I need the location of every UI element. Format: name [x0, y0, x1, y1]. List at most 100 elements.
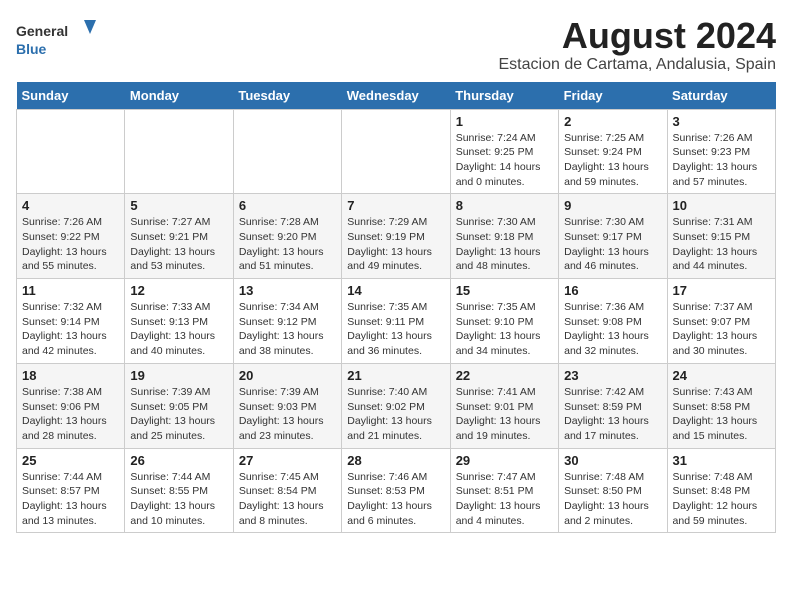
day-info: Sunrise: 7:29 AM Sunset: 9:19 PM Dayligh… — [347, 215, 444, 274]
calendar-day-cell: 21Sunrise: 7:40 AM Sunset: 9:02 PM Dayli… — [342, 363, 450, 448]
calendar-day-cell: 5 Sunrise: 7:27 AM Sunset: 9:21 PM Daylig… — [125, 194, 233, 279]
title-area: August 2024 Estacion de Cartama, Andalus… — [499, 16, 777, 74]
month-year: August 2024 — [499, 16, 777, 56]
calendar-day-cell: 18 Sunrise: 7:38 AM Sunset: 9:06 PM Dayli… — [17, 363, 125, 448]
day-info: Sunrise: 7:35 AM Sunset: 9:11 PM Dayligh… — [347, 300, 444, 359]
day-number: 11 — [22, 283, 119, 298]
day-info: Sunrise: 7:31 AM Sunset: 9:15 PM Dayligh… — [673, 215, 770, 274]
calendar-day-cell: 31Sunrise: 7:48 AM Sunset: 8:48 PM Dayli… — [667, 448, 775, 533]
day-number: 29 — [456, 453, 553, 468]
day-number: 18 — [22, 368, 119, 383]
day-info: Sunrise: 7:39 AM Sunset: 9:03 PM Dayligh… — [239, 385, 336, 444]
day-of-week-header: Thursday — [450, 82, 558, 110]
calendar-day-cell: 14 Sunrise: 7:35 AM Sunset: 9:11 PM Dayli… — [342, 279, 450, 364]
calendar-week-row: 11 Sunrise: 7:32 AM Sunset: 9:14 PM Dayli… — [17, 279, 776, 364]
calendar-day-cell: 26 Sunrise: 7:44 AM Sunset: 8:55 PM Dayli… — [125, 448, 233, 533]
day-info: Sunrise: 7:36 AM Sunset: 9:08 PM Dayligh… — [564, 300, 661, 359]
day-info: Sunrise: 7:26 AM Sunset: 9:23 PM Dayligh… — [673, 131, 770, 190]
day-info: Sunrise: 7:42 AM Sunset: 8:59 PM Dayligh… — [564, 385, 661, 444]
calendar-day-cell: 30 Sunrise: 7:48 AM Sunset: 8:50 PM Dayli… — [559, 448, 667, 533]
day-of-week-header: Wednesday — [342, 82, 450, 110]
day-of-week-header: Monday — [125, 82, 233, 110]
day-number: 10 — [673, 198, 770, 213]
logo-svg: General Blue — [16, 16, 96, 61]
calendar-day-cell: 13Sunrise: 7:34 AM Sunset: 9:12 PM Dayli… — [233, 279, 341, 364]
day-info: Sunrise: 7:47 AM Sunset: 8:51 PM Dayligh… — [456, 470, 553, 529]
calendar-day-cell: 6Sunrise: 7:28 AM Sunset: 9:20 PM Daylig… — [233, 194, 341, 279]
day-number: 31 — [673, 453, 770, 468]
calendar-day-cell — [342, 109, 450, 194]
day-number: 15 — [456, 283, 553, 298]
calendar-table: SundayMondayTuesdayWednesdayThursdayFrid… — [16, 82, 776, 534]
day-number: 7 — [347, 198, 444, 213]
day-number: 3 — [673, 114, 770, 129]
calendar-day-cell — [233, 109, 341, 194]
day-number: 9 — [564, 198, 661, 213]
calendar-day-cell: 22 Sunrise: 7:41 AM Sunset: 9:01 PM Dayli… — [450, 363, 558, 448]
day-number: 26 — [130, 453, 227, 468]
day-info: Sunrise: 7:24 AM Sunset: 9:25 PM Dayligh… — [456, 131, 553, 190]
location: Estacion de Cartama, Andalusia, Spain — [499, 56, 777, 74]
day-info: Sunrise: 7:33 AM Sunset: 9:13 PM Dayligh… — [130, 300, 227, 359]
day-info: Sunrise: 7:30 AM Sunset: 9:18 PM Dayligh… — [456, 215, 553, 274]
calendar-day-cell: 15 Sunrise: 7:35 AM Sunset: 9:10 PM Dayli… — [450, 279, 558, 364]
day-number: 12 — [130, 283, 227, 298]
day-info: Sunrise: 7:41 AM Sunset: 9:01 PM Dayligh… — [456, 385, 553, 444]
calendar-day-cell: 25 Sunrise: 7:44 AM Sunset: 8:57 PM Dayli… — [17, 448, 125, 533]
day-number: 25 — [22, 453, 119, 468]
day-info: Sunrise: 7:45 AM Sunset: 8:54 PM Dayligh… — [239, 470, 336, 529]
day-number: 17 — [673, 283, 770, 298]
day-info: Sunrise: 7:38 AM Sunset: 9:06 PM Dayligh… — [22, 385, 119, 444]
svg-text:Blue: Blue — [16, 41, 47, 57]
day-info: Sunrise: 7:43 AM Sunset: 8:58 PM Dayligh… — [673, 385, 770, 444]
day-info: Sunrise: 7:48 AM Sunset: 8:50 PM Dayligh… — [564, 470, 661, 529]
day-info: Sunrise: 7:39 AM Sunset: 9:05 PM Dayligh… — [130, 385, 227, 444]
day-info: Sunrise: 7:32 AM Sunset: 9:14 PM Dayligh… — [22, 300, 119, 359]
calendar-day-cell: 12 Sunrise: 7:33 AM Sunset: 9:13 PM Dayli… — [125, 279, 233, 364]
calendar-day-cell — [125, 109, 233, 194]
day-info: Sunrise: 7:35 AM Sunset: 9:10 PM Dayligh… — [456, 300, 553, 359]
day-number: 28 — [347, 453, 444, 468]
calendar-week-row: 1 Sunrise: 7:24 AM Sunset: 9:25 PM Daylig… — [17, 109, 776, 194]
calendar-day-cell: 2 Sunrise: 7:25 AM Sunset: 9:24 PM Daylig… — [559, 109, 667, 194]
day-number: 16 — [564, 283, 661, 298]
day-of-week-header: Friday — [559, 82, 667, 110]
calendar-day-cell: 8Sunrise: 7:30 AM Sunset: 9:18 PM Daylig… — [450, 194, 558, 279]
day-of-week-header: Sunday — [17, 82, 125, 110]
calendar-day-cell: 10 Sunrise: 7:31 AM Sunset: 9:15 PM Dayli… — [667, 194, 775, 279]
day-number: 14 — [347, 283, 444, 298]
calendar-day-cell: 19 Sunrise: 7:39 AM Sunset: 9:05 PM Dayli… — [125, 363, 233, 448]
calendar-week-row: 4 Sunrise: 7:26 AM Sunset: 9:22 PM Daylig… — [17, 194, 776, 279]
day-number: 21 — [347, 368, 444, 383]
calendar-day-cell: 9 Sunrise: 7:30 AM Sunset: 9:17 PM Daylig… — [559, 194, 667, 279]
calendar-day-cell: 23 Sunrise: 7:42 AM Sunset: 8:59 PM Dayli… — [559, 363, 667, 448]
day-info: Sunrise: 7:46 AM Sunset: 8:53 PM Dayligh… — [347, 470, 444, 529]
calendar-day-cell: 29 Sunrise: 7:47 AM Sunset: 8:51 PM Dayli… — [450, 448, 558, 533]
day-number: 5 — [130, 198, 227, 213]
day-number: 4 — [22, 198, 119, 213]
day-number: 30 — [564, 453, 661, 468]
calendar-day-cell: 27Sunrise: 7:45 AM Sunset: 8:54 PM Dayli… — [233, 448, 341, 533]
day-info: Sunrise: 7:30 AM Sunset: 9:17 PM Dayligh… — [564, 215, 661, 274]
calendar-week-row: 25 Sunrise: 7:44 AM Sunset: 8:57 PM Dayli… — [17, 448, 776, 533]
day-info: Sunrise: 7:26 AM Sunset: 9:22 PM Dayligh… — [22, 215, 119, 274]
day-info: Sunrise: 7:25 AM Sunset: 9:24 PM Dayligh… — [564, 131, 661, 190]
day-info: Sunrise: 7:44 AM Sunset: 8:57 PM Dayligh… — [22, 470, 119, 529]
day-number: 22 — [456, 368, 553, 383]
day-info: Sunrise: 7:27 AM Sunset: 9:21 PM Dayligh… — [130, 215, 227, 274]
day-number: 24 — [673, 368, 770, 383]
day-number: 19 — [130, 368, 227, 383]
day-number: 2 — [564, 114, 661, 129]
calendar-body: 1 Sunrise: 7:24 AM Sunset: 9:25 PM Daylig… — [17, 109, 776, 533]
day-number: 23 — [564, 368, 661, 383]
day-info: Sunrise: 7:28 AM Sunset: 9:20 PM Dayligh… — [239, 215, 336, 274]
calendar-week-row: 18 Sunrise: 7:38 AM Sunset: 9:06 PM Dayli… — [17, 363, 776, 448]
day-number: 1 — [456, 114, 553, 129]
calendar-day-cell: 16 Sunrise: 7:36 AM Sunset: 9:08 PM Dayli… — [559, 279, 667, 364]
day-of-week-header: Saturday — [667, 82, 775, 110]
day-info: Sunrise: 7:34 AM Sunset: 9:12 PM Dayligh… — [239, 300, 336, 359]
calendar-day-cell: 24 Sunrise: 7:43 AM Sunset: 8:58 PM Dayli… — [667, 363, 775, 448]
calendar-day-cell: 28 Sunrise: 7:46 AM Sunset: 8:53 PM Dayli… — [342, 448, 450, 533]
day-info: Sunrise: 7:44 AM Sunset: 8:55 PM Dayligh… — [130, 470, 227, 529]
calendar-header-row: SundayMondayTuesdayWednesdayThursdayFrid… — [17, 82, 776, 110]
